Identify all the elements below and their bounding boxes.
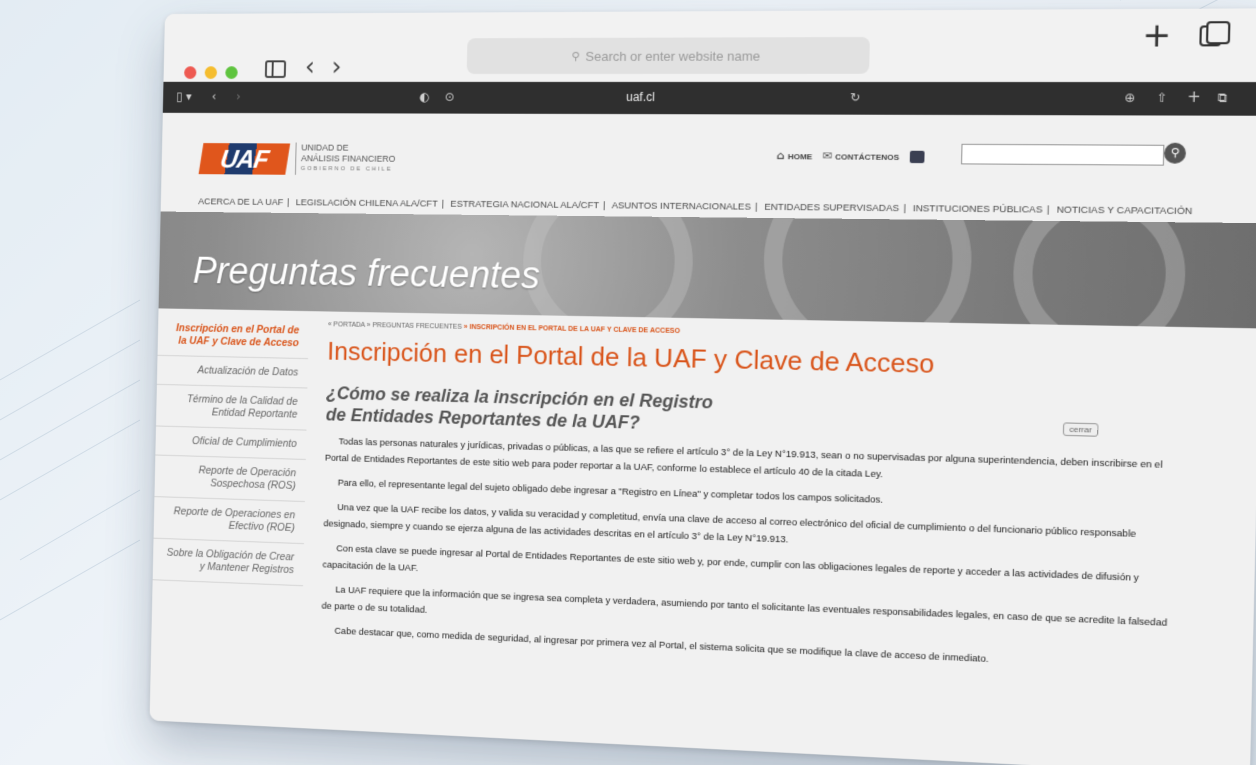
tab-overview-icon[interactable] (1199, 25, 1221, 46)
nav-item-noticias[interactable]: NOTICIAS Y CAPACITACIÓN (1056, 204, 1192, 217)
nav-separator: | (755, 202, 758, 213)
logo-text: UNIDAD DE ANÁLISIS FINANCIERO GOBIERNO D… (295, 143, 396, 176)
site-header: UAF UNIDAD DE ANÁLISIS FINANCIERO GOBIER… (161, 113, 1256, 223)
home-icon: ⌂ (776, 149, 784, 162)
breadcrumb-faq[interactable]: » PREGUNTAS FRECUENTES (367, 322, 462, 331)
home-link[interactable]: ⌂ HOME (776, 149, 812, 162)
sidebar-item-inscripcion[interactable]: Inscripción en el Portal de la UAF y Cla… (158, 314, 309, 359)
nav-separator: | (441, 199, 444, 210)
url-text[interactable]: uaf.cl (626, 90, 655, 104)
utility-links: ⌂ HOME ✉ CONTÁCTENOS (776, 149, 924, 163)
hero-decoration (762, 212, 974, 329)
nav-separator: | (287, 197, 290, 208)
forward-icon[interactable]: › (236, 90, 241, 104)
nav-item-legislacion[interactable]: LEGISLACIÓN CHILENA ALA/CFT (296, 197, 438, 209)
nav-item-estrategia[interactable]: ESTRATEGIA NACIONAL ALA/CFT (450, 199, 599, 211)
nav-separator: | (603, 200, 606, 211)
browser-window: ‹ › ⚲ Search or enter website name + ▯ ▾… (150, 8, 1256, 765)
nav-separator: | (1047, 204, 1050, 215)
main-column: « PORTADA » PREGUNTAS FRECUENTES » INSCR… (321, 315, 1184, 676)
contact-label: CONTÁCTENOS (835, 152, 899, 162)
uaf-logo[interactable]: UAF UNIDAD DE ANÁLISIS FINANCIERO GOBIER… (201, 142, 396, 176)
nav-item-asuntos[interactable]: ASUNTOS INTERNACIONALES (611, 200, 751, 212)
sidebar-item-registros[interactable]: Sobre la Obligación de Crear y Mantener … (153, 539, 304, 587)
back-icon[interactable]: ‹ (212, 90, 217, 104)
close-window-button[interactable] (184, 66, 196, 79)
contact-link[interactable]: ✉ CONTÁCTENOS (822, 149, 899, 163)
hero-title: Preguntas frecuentes (192, 251, 540, 299)
extension-icon[interactable]: ⊙ (445, 90, 455, 104)
logo-line-3: GOBIERNO DE CHILE (301, 164, 396, 175)
sidebar-item-actualizacion[interactable]: Actualización de Datos (157, 356, 308, 389)
minimize-window-button[interactable] (205, 66, 217, 79)
sidebar-item-roe[interactable]: Reporte de Operaciones en Efectivo (ROE) (154, 497, 305, 544)
site-search-input[interactable] (961, 144, 1164, 166)
sidebar-item-termino[interactable]: Término de la Calidad de Entidad Reporta… (156, 385, 307, 431)
faq-question: ¿Cómo se realiza la inscripción en el Re… (326, 382, 721, 436)
forward-arrow-icon[interactable]: › (331, 52, 342, 81)
window-controls (184, 66, 238, 79)
site-search-button[interactable]: ⚲ (1164, 143, 1186, 164)
home-label: HOME (788, 152, 813, 161)
inner-browser-bar: ▯ ▾ ‹ › ◐ ⊙ uaf.cl ↻ ⊕ ⇧ + ⧉ (163, 82, 1256, 116)
browser-toolbar: ‹ › ⚲ Search or enter website name + (163, 8, 1256, 82)
hero-decoration (521, 212, 694, 329)
share-icon[interactable]: ⇧ (1157, 90, 1168, 105)
address-search-field[interactable]: ⚲ Search or enter website name (467, 37, 870, 74)
logo-line-2: ANÁLISIS FINANCIERO (301, 153, 396, 164)
add-tab-icon[interactable]: + (1187, 87, 1201, 106)
zoom-window-button[interactable] (225, 66, 238, 79)
twitter-icon[interactable] (910, 150, 925, 162)
download-icon[interactable]: ⊕ (1124, 90, 1135, 105)
sidebar-toggle-icon[interactable] (265, 60, 286, 78)
hero-banner: Preguntas frecuentes (159, 212, 1256, 329)
logo-mark: UAF (199, 143, 291, 175)
logo-line-1: UNIDAD DE (301, 143, 396, 154)
privacy-icon[interactable]: ◐ (419, 90, 429, 104)
faq-sidebar: Inscripción en el Portal de la UAF y Cla… (153, 314, 309, 586)
breadcrumb-current: » INSCRIPCIÓN EN EL PORTAL DE LA UAF Y C… (464, 324, 680, 335)
search-icon: ⚲ (571, 49, 579, 62)
nav-item-acerca[interactable]: ACERCA DE LA UAF (198, 196, 283, 208)
back-arrow-icon[interactable]: ‹ (305, 52, 316, 81)
search-placeholder: Search or enter website name (585, 48, 760, 63)
reload-icon[interactable]: ↻ (850, 90, 861, 104)
hero-decoration (1012, 212, 1188, 329)
page-title: Inscripción en el Portal de la UAF y Cla… (327, 336, 1183, 386)
mail-icon: ✉ (822, 149, 832, 162)
nav-separator: | (903, 203, 906, 214)
sidebar-item-oficial[interactable]: Oficial de Cumplimiento (155, 426, 306, 460)
nav-item-entidades[interactable]: ENTIDADES SUPERVISADAS (764, 202, 899, 215)
nav-item-instituciones[interactable]: INSTITUCIONES PÚBLICAS (913, 203, 1043, 216)
tabs-icon[interactable]: ⧉ (1218, 90, 1228, 106)
sidebar-icon[interactable]: ▯ ▾ (176, 90, 192, 104)
sidebar-item-ros[interactable]: Reporte de Operación Sospechosa (ROS) (154, 455, 305, 502)
close-button[interactable]: cerrar (1063, 422, 1099, 436)
web-page: UAF UNIDAD DE ANÁLISIS FINANCIERO GOBIER… (150, 113, 1256, 765)
new-tab-icon[interactable]: + (1142, 15, 1172, 55)
breadcrumb-home[interactable]: « PORTADA (328, 321, 365, 329)
